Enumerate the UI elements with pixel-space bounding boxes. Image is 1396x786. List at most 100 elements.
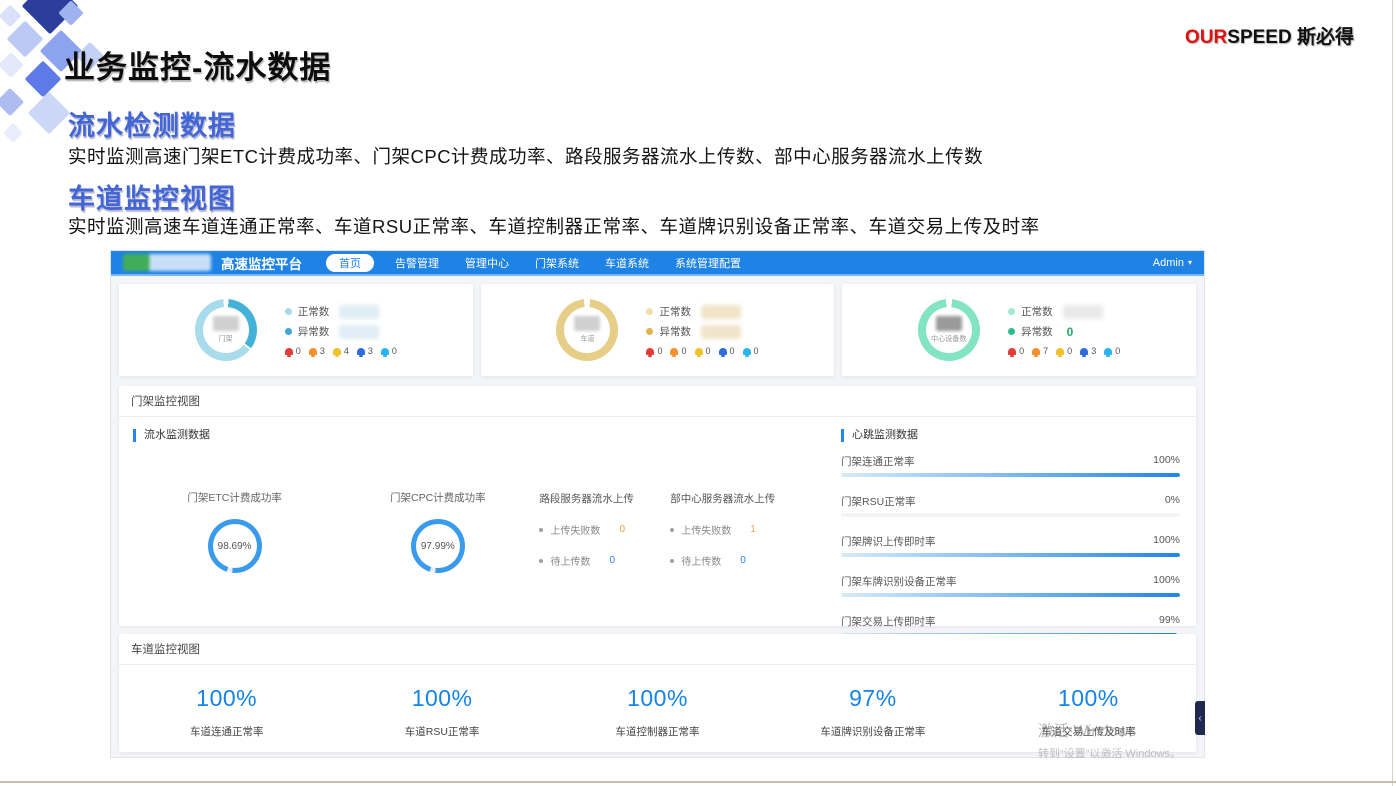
progress-bar bbox=[841, 473, 1180, 477]
bell-count: 0 bbox=[657, 346, 662, 356]
bullet-dot-icon bbox=[670, 528, 674, 532]
heartbeat-value: 100% bbox=[1153, 454, 1180, 469]
flow-data-section: 流水监测数据 门架ETC计费成功率 98.69% 门架CPC计费成功率 97.9… bbox=[119, 417, 819, 654]
slide-bottom-border bbox=[0, 781, 1396, 783]
stat-value: 100% bbox=[981, 685, 1196, 712]
upload-row-label: 待上传数 bbox=[681, 553, 721, 568]
gauge-ring: 98.69% bbox=[208, 519, 262, 573]
heartbeat-value: 99% bbox=[1159, 614, 1180, 629]
bell-icon-red bbox=[1008, 348, 1016, 355]
bell-icon-orange bbox=[1032, 348, 1040, 355]
windows-activation-watermark: 激活 Windows 转到“设置”以激活 Windows。 bbox=[1038, 719, 1181, 761]
progress-bar bbox=[841, 513, 1180, 517]
bell-count: 3 bbox=[368, 346, 373, 356]
heartbeat-section: 心跳监测数据 门架连通正常率100% 门架RSU正常率0% 门架牌识上传即时率1… bbox=[819, 417, 1196, 654]
redacted-count bbox=[213, 316, 239, 331]
heartbeat-label: 门架连通正常率 bbox=[841, 454, 915, 469]
nav-tab-admin-center[interactable]: 管理中心 bbox=[465, 255, 509, 271]
upload-row-label: 上传失败数 bbox=[550, 522, 600, 537]
section-desc-lane: 实时监测高速车道连通正常率、车道RSU正常率、车道控制器正常率、车道牌识别设备正… bbox=[68, 213, 1040, 239]
bell-icon-cyan bbox=[1104, 348, 1112, 355]
stat-value: 100% bbox=[119, 685, 334, 712]
admin-user-menu[interactable]: Admin▾ bbox=[1153, 257, 1192, 269]
heartbeat-label: 门架牌识上传即时率 bbox=[841, 534, 936, 549]
bullet-dot-icon bbox=[539, 559, 543, 563]
collapse-panel-handle[interactable]: ‹ bbox=[1195, 701, 1205, 735]
redacted-count bbox=[936, 316, 962, 331]
admin-label: Admin bbox=[1153, 257, 1184, 269]
decor-diamond bbox=[0, 88, 24, 116]
redacted-count bbox=[574, 316, 600, 331]
donut-label: 中心设备数 bbox=[931, 333, 967, 343]
upload-row-label: 上传失败数 bbox=[681, 522, 731, 537]
progress-fill bbox=[841, 473, 1180, 477]
bullet-dot-icon bbox=[670, 559, 674, 563]
bell-icon-red bbox=[646, 348, 654, 355]
company-logo: OURSPEED 斯必得 bbox=[1185, 22, 1354, 49]
lane-donut-chart: 车道 bbox=[556, 299, 618, 361]
gauge-value: 97.99% bbox=[411, 519, 465, 573]
gantry-donut-chart: 门架 bbox=[195, 299, 257, 361]
lane-stats-row: 100% 车道连通正常率 100% 车道RSU正常率 100% 车道控制器正常率… bbox=[119, 685, 1196, 739]
bell-count: 3 bbox=[1091, 346, 1096, 356]
nav-tab-home[interactable]: 首页 bbox=[326, 254, 374, 272]
platform-logo-redacted bbox=[123, 254, 211, 271]
summary-card-gantry: 门架 正常数 异常数 0 3 4 3 0 bbox=[119, 284, 473, 376]
bell-count: 0 bbox=[754, 346, 759, 356]
bell-icon-cyan bbox=[743, 348, 751, 355]
presentation-slide: OURSPEED 斯必得 业务监控-流水数据 流水检测数据 实时监测高速门架ET… bbox=[0, 0, 1396, 786]
heartbeat-value: 0% bbox=[1165, 494, 1180, 509]
bell-count: 0 bbox=[681, 346, 686, 356]
heartbeat-label: 门架RSU正常率 bbox=[841, 494, 916, 509]
bell-count: 0 bbox=[1067, 346, 1072, 356]
nav-tab-alerts[interactable]: 告警管理 bbox=[395, 255, 439, 271]
panel-title: 车道监控视图 bbox=[119, 634, 1196, 665]
upload-row-label: 待上传数 bbox=[550, 553, 590, 568]
nav-tab-gantry-system[interactable]: 门架系统 bbox=[535, 255, 579, 271]
section-heading-lane: 车道监控视图 bbox=[68, 177, 236, 216]
bell-count: 0 bbox=[1019, 346, 1024, 356]
bell-icon-yellow bbox=[1056, 348, 1064, 355]
redacted-value bbox=[701, 325, 741, 339]
upload-fail-count: 1 bbox=[750, 524, 756, 535]
summary-cards-row: 门架 正常数 异常数 0 3 4 3 0 bbox=[119, 284, 1196, 376]
heartbeat-label: 门架交易上传即时率 bbox=[841, 614, 936, 629]
decor-diamond bbox=[28, 92, 70, 134]
donut-label: 门架 bbox=[219, 333, 233, 343]
heartbeat-row: 门架车牌识别设备正常率100% bbox=[841, 574, 1180, 597]
gauge-ring: 97.99% bbox=[411, 519, 465, 573]
stat-value: 97% bbox=[765, 685, 980, 712]
progress-fill bbox=[841, 593, 1180, 597]
bell-count: 3 bbox=[320, 346, 325, 356]
progress-bar bbox=[841, 593, 1180, 597]
decor-diamond bbox=[3, 123, 23, 143]
center-device-donut-chart: 中心设备数 bbox=[918, 299, 980, 361]
upload-fail-count: 0 bbox=[619, 524, 625, 535]
stat-value: 100% bbox=[334, 685, 549, 712]
bell-icon-orange bbox=[309, 348, 317, 355]
bell-count: 0 bbox=[392, 346, 397, 356]
stat-label: 车道控制器正常率 bbox=[550, 724, 765, 739]
progress-bar bbox=[841, 553, 1180, 557]
etc-gauge: 门架ETC计费成功率 98.69% bbox=[133, 490, 336, 573]
bell-icon-yellow bbox=[695, 348, 703, 355]
nav-tab-system-config[interactable]: 系统管理配置 bbox=[675, 255, 741, 271]
lane-stat: 100% 车道RSU正常率 bbox=[334, 685, 549, 739]
summary-card-center-devices: 中心设备数 正常数 异常数0 0 7 0 3 0 bbox=[842, 284, 1196, 376]
bell-count: 0 bbox=[1115, 346, 1120, 356]
abnormal-dot-icon bbox=[1008, 328, 1015, 335]
bell-count: 7 bbox=[1043, 346, 1048, 356]
normal-dot-icon bbox=[285, 308, 292, 315]
nav-tab-lane-system[interactable]: 车道系统 bbox=[605, 255, 649, 271]
card-legend: 正常数 异常数 0 3 4 3 0 bbox=[285, 304, 397, 356]
logo-text-speed: SPEED bbox=[1227, 27, 1291, 48]
gantry-monitor-panel: 门架监控视图 流水监测数据 门架ETC计费成功率 98.69% 门架CPC计费成… bbox=[119, 386, 1196, 626]
normal-label: 正常数 bbox=[298, 304, 330, 319]
upload-group-title: 路段服务器流水上传 bbox=[539, 491, 670, 506]
lane-stat: 100% 车道控制器正常率 bbox=[550, 685, 765, 739]
lane-monitor-panel: 车道监控视图 100% 车道连通正常率 100% 车道RSU正常率 100% 车… bbox=[119, 634, 1196, 752]
gauge-label: 门架ETC计费成功率 bbox=[133, 490, 336, 505]
decor-diamond bbox=[0, 5, 21, 28]
heartbeat-value: 100% bbox=[1153, 534, 1180, 549]
lane-stat: 97% 车道牌识别设备正常率 bbox=[765, 685, 980, 739]
